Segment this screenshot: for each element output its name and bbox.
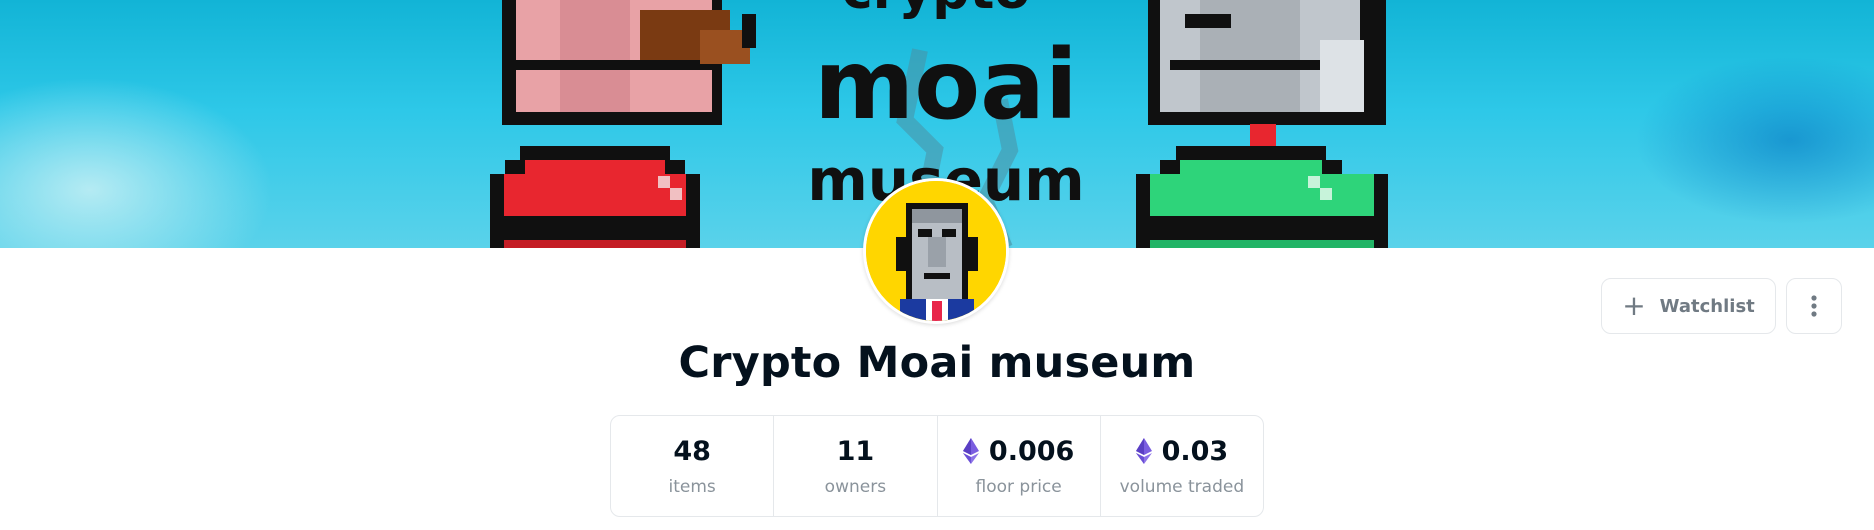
ethereum-icon: [1135, 438, 1152, 464]
more-options-button[interactable]: [1786, 278, 1842, 334]
collection-stats: 48 items 11 owners 0.006 floor price 0.0…: [610, 415, 1264, 517]
stat-value: 48: [673, 435, 711, 467]
svg-text:moai: moai: [814, 29, 1078, 141]
ethereum-icon: [962, 438, 979, 464]
stat-label: items: [668, 476, 716, 497]
stat-floor-price[interactable]: 0.006 floor price: [938, 416, 1101, 516]
stat-label: owners: [824, 476, 887, 497]
stat-owners[interactable]: 11 owners: [774, 416, 938, 516]
watchlist-button[interactable]: + Watchlist: [1601, 278, 1776, 334]
stat-value: 0.006: [962, 436, 1074, 467]
grey-moai-art: [1148, 0, 1386, 125]
pink-moai-art: [502, 0, 756, 125]
stat-label: volume traded: [1119, 476, 1245, 497]
stat-value: 11: [836, 435, 875, 467]
moai-avatar-icon: [866, 181, 1006, 321]
collection-title: Crypto Moai museum: [678, 338, 1196, 388]
collection-avatar: [863, 178, 1009, 324]
svg-text:crypto: crypto: [842, 0, 1030, 21]
red-creature-art: [490, 146, 700, 248]
stat-volume-traded[interactable]: 0.03 volume traded: [1101, 416, 1263, 516]
stat-value: 0.03: [1135, 436, 1228, 467]
stat-items[interactable]: 48 items: [611, 416, 775, 516]
green-creature-art: [1136, 124, 1388, 248]
more-vertical-icon: [1811, 295, 1817, 317]
stat-label: floor price: [975, 476, 1062, 497]
watchlist-label: Watchlist: [1659, 295, 1755, 317]
plus-icon: +: [1622, 289, 1646, 322]
